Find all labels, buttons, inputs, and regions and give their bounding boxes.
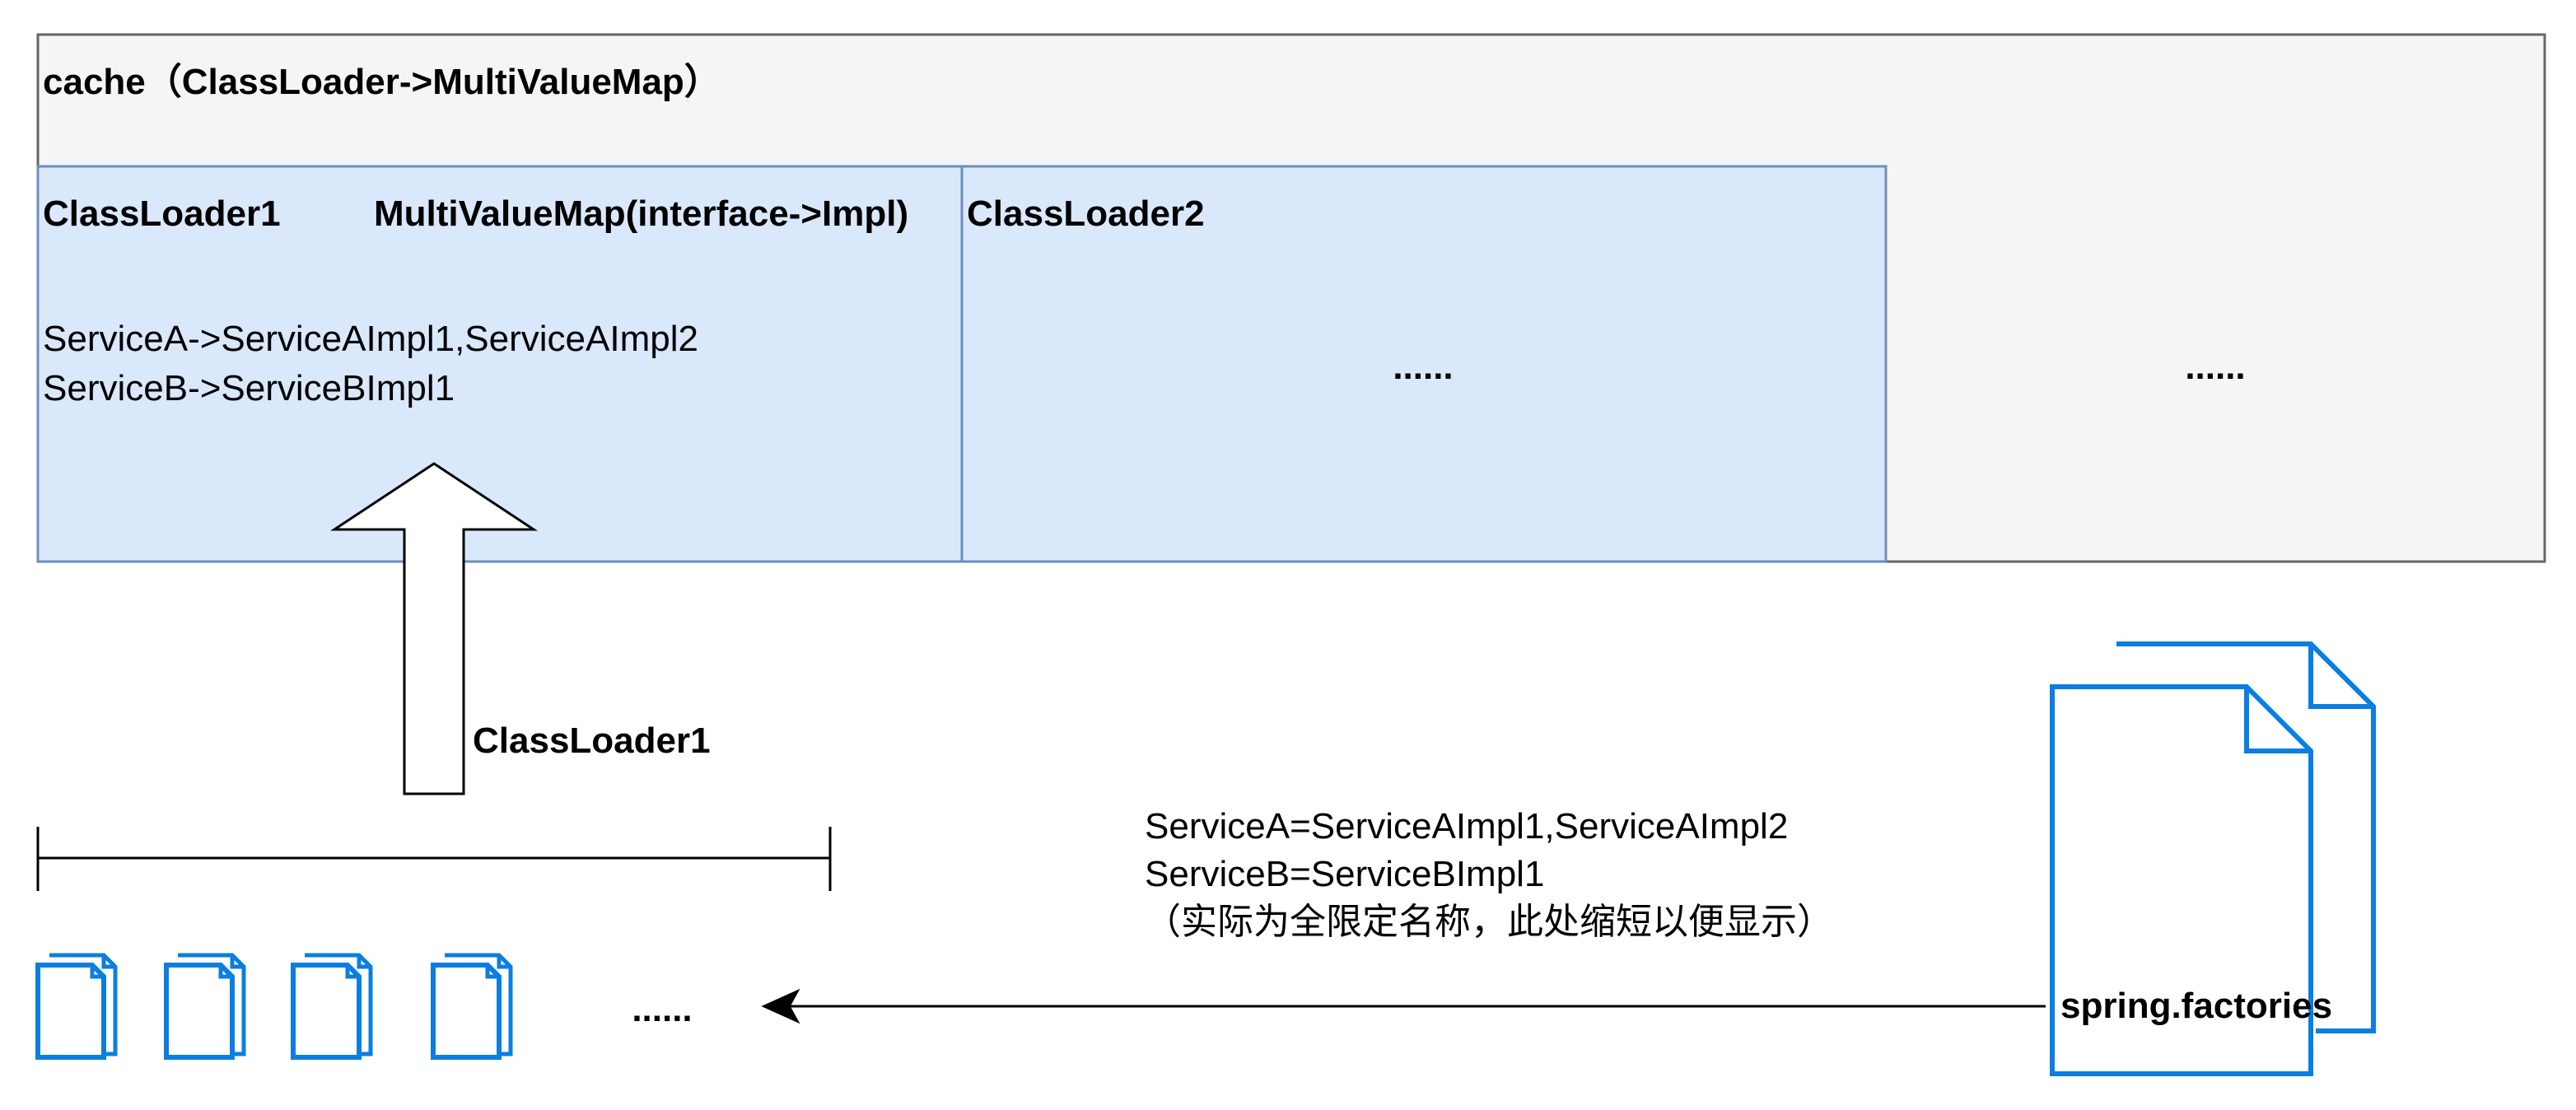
multivaluemap-title: MultiValueMap(interface->Impl)	[374, 194, 909, 234]
classloader2-title: ClassLoader2	[967, 194, 1205, 234]
factories-note: （实际为全限定名称，此处缩短以便显示）	[1145, 902, 1833, 942]
cache-ellipsis: ......	[2185, 347, 2246, 387]
jar-file-icon-3	[293, 955, 371, 1057]
files-ellipsis: ......	[632, 989, 693, 1029]
arrow-classloader-label: ClassLoader1	[473, 721, 711, 761]
jar-file-icon-4	[433, 955, 511, 1057]
mapping-line-service-b: ServiceB->ServiceBImpl1	[43, 368, 455, 408]
jar-file-icon-2	[166, 955, 244, 1057]
factories-line-service-b: ServiceB=ServiceBImpl1	[1145, 854, 1545, 894]
scan-left-arrow	[761, 988, 2046, 1024]
classloader1-title: ClassLoader1	[43, 194, 281, 234]
spring-factories-label: spring.factories	[2060, 986, 2333, 1026]
classpath-bracket	[36, 827, 832, 891]
mapping-line-service-a: ServiceA->ServiceAImpl1,ServiceAImpl2	[43, 319, 698, 359]
classloader2-ellipsis: ......	[1393, 347, 1454, 387]
factories-line-service-a: ServiceA=ServiceAImpl1,ServiceAImpl2	[1145, 806, 1789, 846]
cache-title: cache（ClassLoader->MultiValueMap）	[43, 62, 721, 102]
jar-file-icon-1	[38, 955, 115, 1057]
